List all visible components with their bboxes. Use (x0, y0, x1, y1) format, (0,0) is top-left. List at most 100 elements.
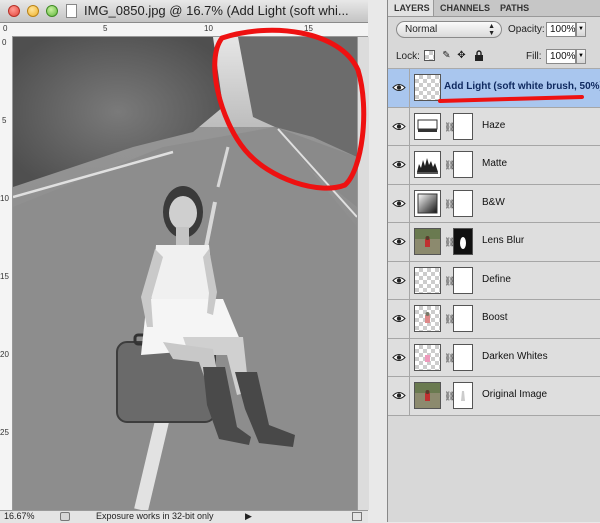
ruler-label: 0 (2, 38, 7, 47)
photo (13, 37, 357, 510)
layer-name[interactable]: Darken Whites (482, 351, 548, 362)
zoom-level[interactable]: 16.67% (4, 511, 35, 521)
gradient-adjustment-icon[interactable] (414, 189, 441, 217)
chain-link-icon[interactable]: ⛓ (444, 352, 455, 364)
layer-mask-thumbnail[interactable] (453, 228, 473, 255)
layer-name[interactable]: Matte (482, 158, 507, 169)
chain-link-icon[interactable]: ⛓ (444, 159, 455, 171)
blend-mode-value: Normal (405, 24, 438, 35)
chain-link-icon[interactable]: ⛓ (444, 236, 455, 248)
chain-link-icon[interactable]: ⛓ (444, 390, 455, 402)
fill-input[interactable]: 100% (546, 49, 576, 64)
document-titlebar[interactable]: IMG_0850.jpg @ 16.7% (Add Light (soft wh… (0, 0, 368, 23)
levels-adjustment-icon[interactable] (414, 112, 441, 140)
layer-name[interactable]: Lens Blur (482, 235, 524, 246)
chain-link-icon[interactable]: ⛓ (444, 121, 455, 133)
status-info-icon[interactable] (60, 512, 70, 521)
move-arrows-icon[interactable]: ✥ (456, 50, 467, 61)
eye-icon (392, 199, 406, 207)
visibility-toggle[interactable] (388, 377, 410, 415)
layer-row-add-light[interactable]: Add Light (soft white brush, 50%) (388, 69, 600, 108)
close-button[interactable] (8, 5, 20, 17)
layer-mask-thumbnail[interactable] (453, 112, 473, 140)
layer-thumbnail[interactable] (414, 343, 441, 371)
document-title: IMG_0850.jpg @ 16.7% (Add Light (soft wh… (84, 3, 349, 18)
layer-mask-thumbnail[interactable] (453, 343, 473, 371)
layer-mask-thumbnail[interactable] (453, 305, 473, 332)
ruler-label: 25 (0, 428, 9, 437)
fill-dropdown-icon[interactable]: ▼ (576, 49, 586, 64)
eye-icon (392, 315, 406, 322)
fill-label: Fill: (526, 51, 542, 62)
minimize-button[interactable] (27, 5, 39, 17)
visibility-toggle[interactable] (388, 261, 410, 299)
chain-link-icon[interactable]: ⛓ (444, 313, 455, 325)
ruler-label: 15 (304, 24, 313, 33)
layer-thumbnail[interactable] (414, 266, 441, 294)
horizontal-scroll-arrow[interactable] (352, 512, 362, 521)
vertical-scrollbar[interactable] (357, 37, 369, 510)
layer-thumbnail[interactable] (414, 305, 441, 332)
visibility-toggle[interactable] (388, 107, 410, 145)
checker-lock-icon[interactable] (424, 50, 435, 61)
tab-paths[interactable]: PATHS (494, 0, 536, 16)
visibility-toggle[interactable] (388, 300, 410, 338)
layer-thumbnail[interactable] (414, 228, 441, 255)
zoom-button[interactable] (46, 5, 58, 17)
chain-link-icon[interactable]: ⛓ (444, 198, 455, 210)
layer-row-define[interactable]: ⛓ Define (388, 261, 600, 300)
panel-tabs: LAYERS CHANNELS PATHS (388, 0, 600, 17)
layer-thumbnail[interactable] (414, 74, 441, 101)
layer-row-original-image[interactable]: ⛓ Original Image (388, 377, 600, 416)
layer-row-bw[interactable]: ⛓ B&W (388, 184, 600, 223)
eye-icon (392, 84, 406, 91)
visibility-toggle[interactable] (388, 184, 410, 222)
document-window: IMG_0850.jpg @ 16.7% (Add Light (soft wh… (0, 0, 369, 523)
layers-list: Add Light (soft white brush, 50%) ⛓ Haze… (388, 69, 600, 416)
visibility-toggle[interactable] (388, 223, 410, 261)
horizontal-ruler[interactable]: 0 5 10 15 (0, 23, 368, 37)
ruler-label: 0 (3, 24, 8, 33)
eye-icon (392, 392, 406, 399)
visibility-toggle[interactable] (388, 338, 410, 376)
chevron-updown-icon: ▲ ▼ (488, 23, 495, 37)
layer-mask-thumbnail[interactable] (453, 382, 473, 409)
status-menu-arrow-icon[interactable]: ▶ (245, 511, 252, 522)
visibility-toggle[interactable] (388, 146, 410, 184)
histogram-adjustment-icon[interactable] (414, 151, 441, 178)
layer-name[interactable]: Boost (482, 312, 508, 323)
chain-link-icon[interactable]: ⛓ (444, 275, 455, 287)
opacity-dropdown-icon[interactable]: ▼ (576, 22, 586, 37)
vertical-ruler[interactable]: 0 5 10 15 20 25 (0, 36, 13, 510)
layer-mask-thumbnail[interactable] (453, 189, 473, 217)
eye-icon (392, 122, 406, 130)
layer-row-darken-whites[interactable]: ⛓ Darken Whites (388, 338, 600, 377)
blend-mode-select[interactable]: Normal ▲ ▼ (396, 21, 502, 38)
visibility-toggle[interactable] (388, 69, 410, 107)
layer-row-lens-blur[interactable]: ⛓ Lens Blur (388, 223, 600, 262)
brush-icon[interactable]: ✎ (441, 50, 452, 61)
layer-thumbnail[interactable] (414, 382, 441, 409)
opacity-label: Opacity: (508, 24, 545, 35)
eye-icon (392, 276, 406, 284)
layer-name[interactable]: Add Light (soft white brush, 50%) (444, 81, 600, 92)
layer-name[interactable]: B&W (482, 197, 505, 208)
status-message: Exposure works in 32-bit only (96, 511, 214, 521)
layer-row-boost[interactable]: ⛓ Boost (388, 300, 600, 339)
tab-channels[interactable]: CHANNELS (434, 0, 494, 16)
opacity-input[interactable]: 100% (546, 22, 576, 37)
lock-fill-row: Lock: ✎ ✥ Fill: 100% ▼ (388, 44, 600, 69)
layer-mask-thumbnail[interactable] (453, 151, 473, 178)
layer-name[interactable]: Original Image (482, 389, 547, 400)
layer-row-haze[interactable]: ⛓ Haze (388, 107, 600, 146)
layer-name[interactable]: Define (482, 274, 511, 285)
padlock-icon[interactable] (473, 50, 484, 61)
image-canvas[interactable] (13, 37, 357, 510)
status-bar: 16.67% Exposure works in 32-bit only ▶ (0, 510, 368, 523)
tab-layers[interactable]: LAYERS (388, 0, 434, 16)
ruler-label: 10 (204, 24, 213, 33)
layer-mask-thumbnail[interactable] (453, 266, 473, 294)
eye-icon (392, 161, 406, 168)
layer-row-matte[interactable]: ⛓ Matte (388, 146, 600, 185)
layer-name[interactable]: Haze (482, 120, 505, 131)
